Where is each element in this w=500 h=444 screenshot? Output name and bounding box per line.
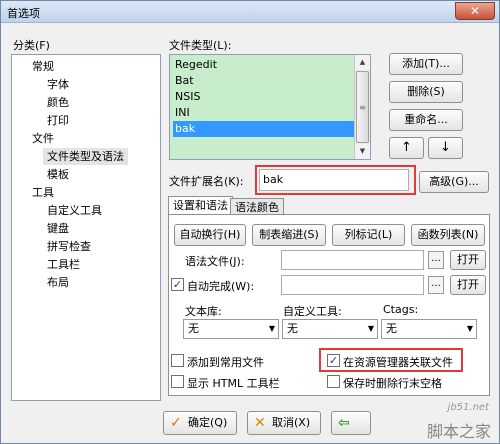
- list-item[interactable]: INI: [173, 105, 354, 121]
- open-syntax-button[interactable]: 打开: [450, 250, 486, 270]
- extension-label: 文件扩展名(K):: [169, 175, 244, 188]
- autocomplete-label: 自动完成(W):: [187, 280, 255, 293]
- category-tree[interactable]: 常规 字体 颜色 打印 文件 文件类型及语法 模板 工具 自定义工具 键盘 拼写…: [11, 54, 161, 401]
- add-to-recent-label: 添加到常用文件: [187, 356, 264, 369]
- custom-tools-value: 无: [287, 322, 298, 335]
- ok-label: 确定(Q): [188, 416, 228, 429]
- watermark-site: jb51.net: [447, 402, 489, 413]
- autocomplete-input[interactable]: [281, 275, 424, 295]
- tree-item-print[interactable]: 打印: [47, 112, 69, 129]
- checkmark-icon: ✓: [170, 415, 182, 431]
- word-wrap-button[interactable]: 自动换行(H): [174, 224, 246, 246]
- advanced-button[interactable]: 高级(G)...: [419, 171, 489, 193]
- ctags-label: Ctags:: [383, 303, 419, 316]
- close-icon: ✕: [254, 415, 266, 431]
- list-item-selected[interactable]: bak: [173, 121, 354, 137]
- text-library-select[interactable]: 无 ▼: [183, 319, 279, 339]
- function-list-button[interactable]: 函数列表(N): [411, 224, 485, 246]
- tree-item-template[interactable]: 模板: [47, 166, 69, 183]
- tree-item-custom-tools[interactable]: 自定义工具: [47, 202, 102, 219]
- highlight-explorer-association: [319, 348, 463, 372]
- tree-item-color[interactable]: 颜色: [47, 94, 69, 111]
- open-autocomplete-button[interactable]: 打开: [450, 275, 486, 295]
- browse-syntax-button[interactable]: ...: [428, 251, 444, 269]
- close-button[interactable]: ✕: [455, 2, 495, 20]
- ctags-select[interactable]: 无 ▼: [381, 319, 477, 339]
- watermark: jb51.net 脚本之家: [403, 398, 493, 443]
- back-arrow-icon: ⇦: [338, 415, 350, 431]
- show-html-toolbar-label: 显示 HTML 工具栏: [187, 377, 280, 390]
- add-button[interactable]: 添加(T)...: [389, 53, 463, 75]
- move-up-button[interactable]: ↑: [389, 137, 424, 159]
- ok-button[interactable]: ✓ 确定(Q): [163, 411, 237, 435]
- trim-trailing-label: 保存时删除行末空格: [343, 377, 442, 390]
- preferences-dialog: 首选项 ✕ 分类(F) 常规 字体 颜色 打印 文件 文件类型及语法 模板 工具…: [0, 0, 500, 444]
- list-item[interactable]: Bat: [173, 73, 354, 89]
- browse-autocomplete-button[interactable]: ...: [428, 276, 444, 294]
- category-label: 分类(F): [13, 39, 50, 52]
- filetypes-label: 文件类型(L):: [169, 39, 232, 52]
- scroll-down-icon[interactable]: ▼: [355, 144, 370, 159]
- text-library-value: 无: [188, 322, 199, 335]
- add-to-recent-checkbox[interactable]: [171, 354, 184, 367]
- window-title: 首选项: [7, 7, 40, 20]
- apply-button[interactable]: ⇦: [331, 411, 371, 435]
- tree-item-spellcheck[interactable]: 拼写检查: [47, 238, 91, 255]
- tree-item-font[interactable]: 字体: [47, 76, 69, 93]
- delete-button[interactable]: 删除(S): [389, 81, 463, 103]
- syntax-file-input[interactable]: [281, 250, 424, 270]
- tab-panel: 自动换行(H) 制表缩进(S) 列标记(L) 函数列表(N) 语法文件(J): …: [168, 214, 490, 396]
- tree-item-general[interactable]: 常规: [32, 58, 54, 75]
- filetypes-list[interactable]: Regedit Bat NSIS INI bak ▲ ≡ ▼: [169, 54, 371, 160]
- tree-item-tools[interactable]: 工具: [32, 184, 54, 201]
- title-bar: 首选项 ✕: [1, 1, 499, 23]
- move-down-button[interactable]: ↓: [428, 137, 463, 159]
- list-item[interactable]: Regedit: [173, 57, 354, 73]
- chevron-down-icon: ▼: [268, 324, 275, 333]
- trim-trailing-checkbox[interactable]: [327, 375, 340, 388]
- highlight-extension: [255, 165, 416, 195]
- tab-indent-button[interactable]: 制表缩进(S): [252, 224, 326, 246]
- rename-button[interactable]: 重命名...: [389, 109, 463, 131]
- scroll-up-icon[interactable]: ▲: [355, 55, 370, 70]
- tree-item-layout[interactable]: 布局: [47, 274, 69, 291]
- chevron-down-icon: ▼: [367, 324, 374, 333]
- scroll-thumb[interactable]: ≡: [356, 71, 369, 143]
- tree-item-toolbar[interactable]: 工具栏: [47, 256, 80, 273]
- cancel-label: 取消(X): [272, 416, 311, 429]
- text-library-label: 文本库:: [185, 305, 222, 318]
- vertical-scrollbar[interactable]: ▲ ≡ ▼: [354, 55, 370, 159]
- custom-tools-label: 自定义工具:: [283, 305, 342, 318]
- tab-settings-syntax[interactable]: 设置和语法: [168, 196, 233, 216]
- custom-tools-select[interactable]: 无 ▼: [282, 319, 378, 339]
- watermark-brand: 脚本之家: [426, 422, 491, 441]
- chevron-down-icon: ▼: [466, 324, 473, 333]
- tree-item-filetypes-syntax[interactable]: 文件类型及语法: [43, 148, 128, 165]
- cancel-button[interactable]: ✕ 取消(X): [247, 411, 321, 435]
- ctags-value: 无: [386, 322, 397, 335]
- list-item[interactable]: NSIS: [173, 89, 354, 105]
- tree-item-file[interactable]: 文件: [32, 130, 54, 147]
- tree-item-keyboard[interactable]: 键盘: [47, 220, 69, 237]
- column-marker-button[interactable]: 列标记(L): [332, 224, 405, 246]
- show-html-toolbar-checkbox[interactable]: [171, 375, 184, 388]
- autocomplete-checkbox[interactable]: ✓: [171, 278, 184, 291]
- syntax-file-label: 语法文件(J):: [185, 255, 245, 268]
